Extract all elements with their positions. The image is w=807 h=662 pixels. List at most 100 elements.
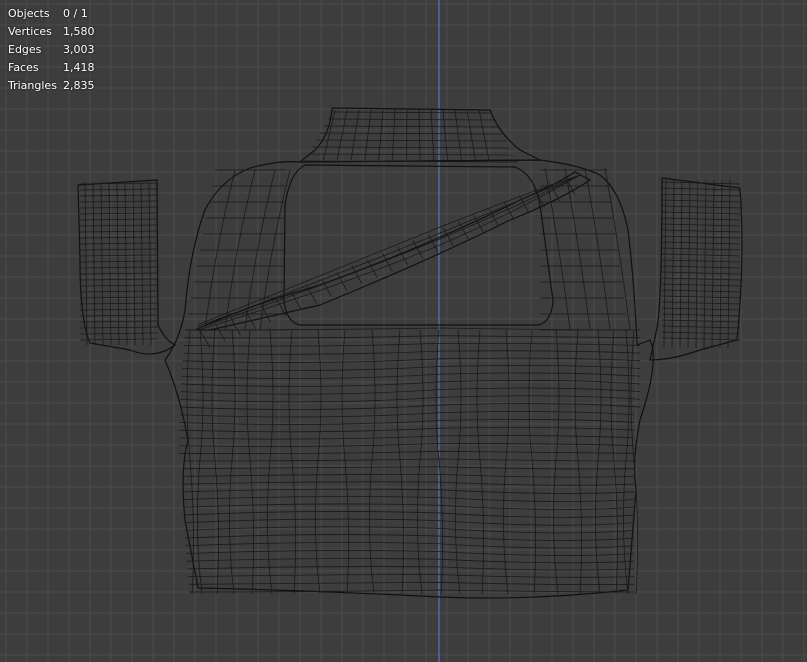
torso-ring [183,474,635,478]
sleeve-loop [695,179,699,349]
strap-segment [382,253,393,272]
torso-loop [396,329,404,595]
sleeve-loop [116,181,120,346]
torso-ring [187,574,635,578]
torso-loop [315,329,322,595]
sleeve-ring [79,308,159,311]
torso-ring [179,450,635,454]
torso-loop [553,329,560,595]
collar-ring [327,118,495,121]
collar-loop [430,109,435,161]
sleeve-ring [661,277,741,281]
collar-loop [442,109,449,161]
torso-ring [183,503,635,510]
torso-ring [182,458,635,462]
sleeve-ring [79,278,159,281]
sleeve-loop [148,181,152,346]
sleeve-ring [661,241,741,245]
torso-wireframe [179,327,641,595]
sleeve-ring [79,266,159,269]
stat-edges: Edges 3,003 [8,41,95,59]
collar-wireframe [303,109,519,163]
sleeve-loop [727,179,731,349]
sleeve-loop [671,179,675,349]
sleeve-ring [79,182,159,185]
sleeve-ring [79,302,159,305]
scene-statistics-overlay: Objects 0 / 1 Vertices 1,580 Edges 3,003… [8,5,95,95]
torso-ring [180,387,641,395]
upper-frame-wireframe [185,167,631,331]
torso-ring [184,335,641,339]
collar-loop [364,109,372,161]
torso-loop [435,329,443,595]
right-sleeve-wireframe [661,179,741,349]
torso-loop [623,329,630,595]
torso-ring [183,488,635,494]
torso-loop [288,329,296,595]
torso-ring [181,372,641,379]
torso-loop [186,329,194,595]
stat-faces: Faces 1,418 [8,59,95,77]
stat-vertices: Vertices 1,580 [8,23,95,41]
sleeve-loop [719,179,723,349]
sleeve-loop [663,179,667,349]
collar-ring [331,111,491,114]
torso-ring [180,395,641,403]
left-sleeve-wireframe [79,181,159,346]
sleeve-loop [92,181,96,346]
torso-ring [179,443,635,447]
sleeve-loop [140,181,144,346]
sleeve-ring [79,188,159,191]
torso-ring [188,589,635,593]
strap-segment [366,259,378,278]
torso-ring [179,435,635,440]
collar-loop [418,109,421,161]
torso-ring [179,411,635,418]
sleeve-ring [79,194,159,197]
collar-ring [311,146,511,149]
collar-ring [315,139,507,142]
wireframe-mesh[interactable] [0,0,807,662]
collar-loop [392,109,396,161]
sleeve-loop [124,181,128,346]
torso-loop [528,329,536,595]
3d-viewport[interactable]: Objects 0 / 1 Vertices 1,580 Edges 3,003… [0,0,807,662]
sleeve-ring [661,253,741,257]
sleeve-loop [711,179,715,349]
stat-label: Faces [8,61,39,74]
sleeve-ring [79,218,159,221]
torso-loop [476,329,484,595]
torso-loop [197,329,204,595]
mesh-outline [77,107,743,599]
collar-ring [323,125,499,128]
torso-loop [595,329,602,595]
collar-loop [466,109,476,161]
torso-ring [188,581,635,585]
sleeve-ring [79,272,159,275]
torso-loop [246,329,254,595]
collar-loop [336,109,348,161]
torso-loop [417,329,424,595]
collar-loop [350,109,360,161]
sleeve-ring [79,248,159,251]
torso-loop [267,329,274,595]
sleeve-loop [100,181,104,346]
torso-loop [630,329,638,595]
stat-value: 1,580 [63,25,95,38]
sleeve-loop [687,179,691,349]
sleeve-ring [79,290,159,293]
sleeve-ring [661,259,741,263]
torso-ring [183,342,641,347]
torso-ring [186,558,635,564]
sleeve-ring [661,265,741,269]
torso-ring [187,566,635,571]
sleeve-ring [661,283,741,287]
stat-label: Objects [8,7,50,20]
torso-ring [183,481,635,486]
torso-ring [182,357,641,363]
sleeve-ring [79,230,159,233]
strap-edge [197,174,581,327]
torso-loop [574,329,582,595]
collar-loop [454,109,462,161]
frame-right-loop [584,167,611,331]
